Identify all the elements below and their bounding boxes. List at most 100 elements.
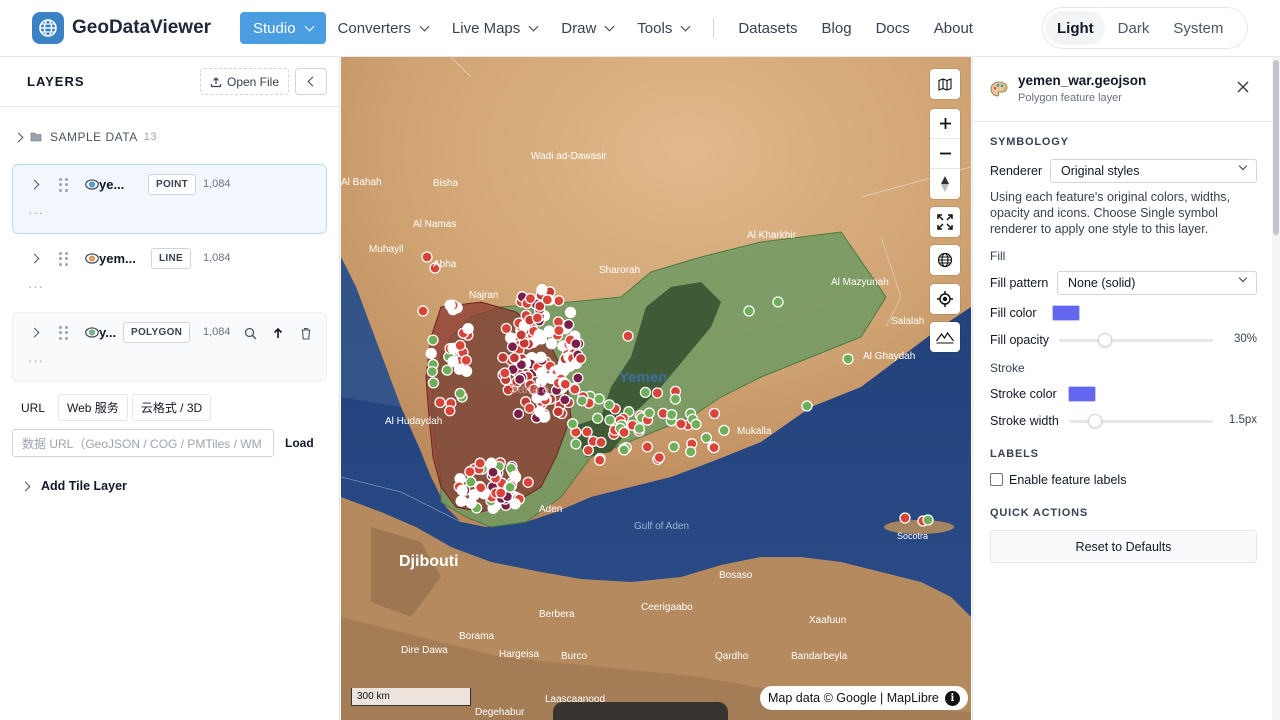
globe-projection-button[interactable]: [930, 245, 960, 275]
theme-light-button[interactable]: Light: [1046, 11, 1105, 45]
layer-more-indicator[interactable]: ···: [28, 353, 44, 368]
feature-count: 1,084: [203, 326, 231, 338]
layer-item-polygon[interactable]: y... POLYGON 1,084 ···: [12, 312, 327, 382]
app-logo[interactable]: GeoDataViewer: [32, 12, 211, 44]
map-label: Djibouti: [399, 553, 459, 570]
fill-color-swatch[interactable]: [1052, 305, 1080, 321]
map-label: Gulf of Aden: [634, 521, 689, 532]
zoom-in-button[interactable]: [930, 109, 960, 139]
tab-url[interactable]: URL: [12, 394, 54, 421]
map-label: Berbera: [539, 609, 575, 620]
layer-type-badge: LINE: [151, 248, 191, 269]
nav-live-maps-label: Live Maps: [451, 19, 521, 37]
map-labels-layer: Wadi ad-Dawasir Al Bahah Bisha Al Namas …: [341, 151, 928, 718]
delete-layer-icon[interactable]: [297, 324, 315, 342]
main-nav: Studio Converters Live Maps Draw Tools D…: [240, 12, 985, 44]
map-label: Ceerigaabo: [641, 602, 693, 613]
layer-more-indicator[interactable]: ···: [28, 205, 44, 220]
drag-handle-icon[interactable]: [59, 326, 69, 340]
sample-data-group[interactable]: SAMPLE DATA 13: [13, 130, 157, 144]
fill-opacity-handle[interactable]: [1098, 333, 1113, 347]
add-tile-layer-label: Add Tile Layer: [41, 479, 127, 493]
visibility-eye-icon[interactable]: [85, 179, 99, 190]
layer-type-badge: POINT: [148, 174, 197, 195]
terrain-button[interactable]: [930, 322, 960, 352]
nav-blog[interactable]: Blog: [810, 12, 864, 44]
map-label: Al Namas: [413, 219, 456, 230]
map-label: Qardho: [715, 651, 749, 662]
layer-item-line[interactable]: yem... LINE 1,084 ···: [12, 238, 327, 308]
map-label: Sana'a: [509, 381, 550, 396]
map-label: Xaafuun: [809, 615, 846, 626]
zoom-out-button[interactable]: [930, 139, 960, 169]
fill-pattern-label: Fill pattern: [990, 276, 1049, 290]
symbology-heading: SYMBOLOGY: [990, 136, 1069, 148]
visibility-eye-icon[interactable]: [85, 253, 99, 264]
layer-more-indicator[interactable]: ···: [28, 279, 44, 294]
expand-layer-icon[interactable]: [29, 179, 40, 190]
fill-pattern-select[interactable]: None (solid): [1057, 271, 1257, 295]
collapse-panel-button[interactable]: [295, 68, 327, 95]
nav-draw[interactable]: Draw: [549, 12, 625, 44]
open-file-button[interactable]: Open File: [200, 68, 289, 95]
tab-cloud-3d[interactable]: 云格式 / 3D: [131, 394, 212, 421]
map-label: Hargeisa: [499, 649, 539, 660]
reset-defaults-button[interactable]: Reset to Defaults: [990, 530, 1257, 563]
map-label: Al Mazyunah: [831, 277, 889, 288]
fill-opacity-label: Fill opacity: [990, 333, 1050, 347]
theme-dark-button[interactable]: Dark: [1107, 11, 1161, 45]
fullscreen-button[interactable]: [930, 207, 960, 237]
nav-live-maps[interactable]: Live Maps: [440, 12, 549, 44]
layer-item-point[interactable]: ye... POINT 1,084 ···: [12, 164, 327, 234]
properties-header: yemen_war.geojson Polygon feature layer: [973, 57, 1273, 122]
panel-scrollbar-thumb[interactable]: [1273, 60, 1279, 235]
nav-about[interactable]: About: [922, 12, 985, 44]
renderer-description: Using each feature's original colors, wi…: [990, 190, 1231, 236]
tab-web-services[interactable]: Web 服务: [58, 394, 128, 421]
layer-name: yem...: [99, 251, 136, 266]
map-label: Al Ghaydah: [863, 351, 915, 362]
close-icon[interactable]: [1236, 80, 1250, 94]
basemap-button[interactable]: [930, 69, 960, 99]
nav-studio[interactable]: Studio: [240, 12, 326, 44]
open-file-label: Open File: [226, 74, 280, 89]
theme-system-button[interactable]: System: [1162, 11, 1234, 45]
stroke-width-label: Stroke width: [990, 414, 1059, 428]
fill-opacity-slider[interactable]: [1059, 339, 1213, 342]
map-label: Al Hudaydah: [385, 416, 442, 427]
info-icon[interactable]: i: [944, 690, 960, 706]
drag-handle-icon[interactable]: [59, 178, 69, 192]
nav-tools[interactable]: Tools: [625, 12, 701, 44]
stroke-color-swatch[interactable]: [1068, 386, 1096, 402]
expand-layer-icon[interactable]: [29, 253, 40, 264]
visibility-eye-icon[interactable]: [85, 327, 99, 338]
enable-labels-checkbox[interactable]: [990, 473, 1003, 486]
drag-handle-icon[interactable]: [59, 252, 69, 266]
minus-icon: [939, 152, 951, 155]
stroke-heading: Stroke: [990, 361, 1025, 375]
nav-docs[interactable]: Docs: [864, 12, 922, 44]
chevron-down-icon: [304, 21, 314, 31]
export-layer-icon[interactable]: [269, 324, 287, 342]
map-label: Muhayil: [369, 244, 403, 255]
geolocate-button[interactable]: [930, 284, 960, 314]
zoom-to-layer-icon[interactable]: [241, 324, 259, 342]
fullscreen-icon: [937, 214, 953, 230]
attribution-text: Map data © Google | MapLibre: [768, 691, 939, 705]
add-tile-layer-toggle[interactable]: Add Tile Layer: [20, 479, 127, 493]
chevron-left-icon: [307, 76, 318, 87]
expand-layer-icon[interactable]: [29, 327, 40, 338]
nav-converters[interactable]: Converters: [326, 12, 440, 44]
zoom-controls: [930, 109, 960, 199]
reset-north-button[interactable]: [930, 169, 960, 199]
enable-labels-label: Enable feature labels: [1009, 473, 1127, 487]
stroke-width-handle[interactable]: [1088, 414, 1102, 428]
compass-icon: [941, 176, 949, 192]
map-canvas[interactable]: Wadi ad-Dawasir Al Bahah Bisha Al Namas …: [341, 57, 971, 720]
data-url-input[interactable]: 数据 URL（GeoJSON / COG / PMTiles / WM: [12, 429, 274, 457]
bottom-drawing-toolbar[interactable]: [553, 702, 728, 720]
nav-datasets[interactable]: Datasets: [726, 12, 809, 44]
load-button[interactable]: Load: [285, 429, 314, 457]
renderer-select[interactable]: Original styles: [1050, 159, 1257, 183]
folder-icon: [30, 132, 42, 142]
